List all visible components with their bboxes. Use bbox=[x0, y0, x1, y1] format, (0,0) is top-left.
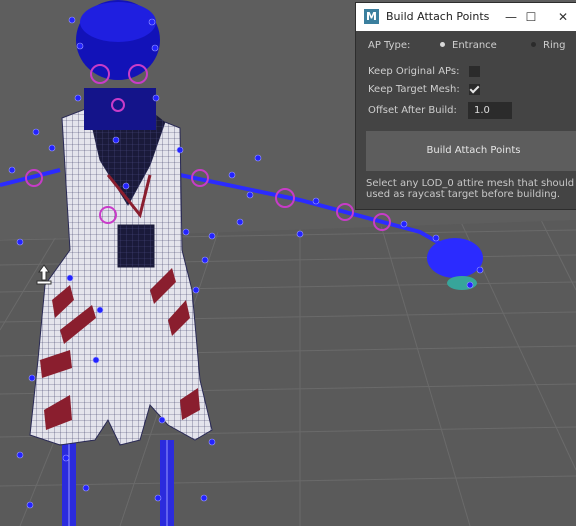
ap-type-label: AP Type: bbox=[368, 40, 411, 51]
window-titlebar[interactable]: M Build Attach Points — ☐ ✕ bbox=[356, 3, 576, 31]
maximize-icon[interactable]: ☐ bbox=[520, 6, 542, 28]
note-line-1: Select any LOD_0 attire mesh that should… bbox=[366, 178, 576, 189]
offset-label: Offset After Build: bbox=[368, 105, 457, 116]
close-icon[interactable]: ✕ bbox=[552, 6, 574, 28]
radio-entrance-indicator[interactable] bbox=[440, 42, 445, 47]
keep-original-row: Keep Original APs: bbox=[368, 66, 459, 77]
move-cursor-icon bbox=[36, 264, 52, 285]
build-attach-points-window: M Build Attach Points — ☐ ✕ AP Type: Ent… bbox=[356, 3, 576, 209]
radio-ring-label: Ring bbox=[543, 40, 566, 51]
build-attach-points-button[interactable]: Build Attach Points bbox=[366, 131, 576, 171]
keep-original-checkbox[interactable] bbox=[469, 66, 480, 77]
keep-target-label: Keep Target Mesh: bbox=[368, 84, 460, 95]
radio-entrance-label: Entrance bbox=[452, 40, 497, 51]
offset-row: Offset After Build: bbox=[368, 105, 457, 116]
ap-type-row: AP Type: bbox=[368, 40, 410, 51]
window-title: Build Attach Points bbox=[386, 10, 490, 23]
maya-app-icon: M bbox=[364, 9, 379, 24]
instruction-note: Select any LOD_0 attire mesh that should… bbox=[366, 178, 576, 200]
keep-original-label: Keep Original APs: bbox=[368, 66, 460, 77]
radio-ring-indicator[interactable] bbox=[531, 42, 536, 47]
offset-field[interactable]: 1.0 bbox=[468, 102, 512, 119]
keep-target-row: Keep Target Mesh: bbox=[368, 84, 460, 95]
minimize-icon[interactable]: — bbox=[500, 6, 522, 28]
keep-target-checkbox[interactable] bbox=[469, 84, 480, 95]
chest-pocket bbox=[117, 224, 155, 268]
note-line-2: used as raycast target before building. bbox=[366, 189, 561, 200]
left-hand bbox=[427, 238, 483, 278]
